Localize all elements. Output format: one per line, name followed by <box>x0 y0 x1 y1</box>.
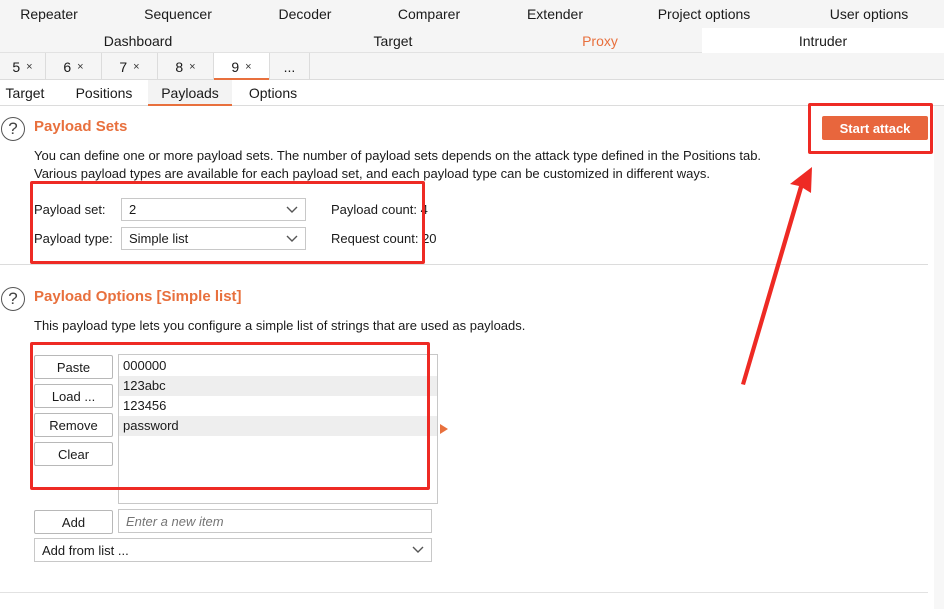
list-item[interactable]: 123abc <box>119 376 437 396</box>
tool-tabs-row-2: Dashboard Target Proxy Intruder <box>0 28 944 54</box>
expand-arrow-icon[interactable] <box>440 424 448 434</box>
request-tab-label: 9 <box>231 59 240 75</box>
request-tab-6[interactable]: 6 × <box>46 53 102 80</box>
request-tab-more[interactable]: ... <box>270 53 310 80</box>
close-icon[interactable]: × <box>77 61 83 73</box>
tab-proxy[interactable]: Proxy <box>510 28 690 53</box>
request-tab-7[interactable]: 7 × <box>102 53 158 80</box>
remove-button[interactable]: Remove <box>34 413 113 437</box>
subtab-positions[interactable]: Positions <box>64 80 144 106</box>
payload-type-value: Simple list <box>129 231 189 246</box>
help-circle-icon[interactable]: ? <box>1 287 25 311</box>
tab-repeater[interactable]: Repeater <box>0 0 98 28</box>
payload-type-select[interactable]: Simple list <box>121 227 306 250</box>
request-tab-label: 8 <box>175 58 184 75</box>
vertical-scrollbar[interactable] <box>934 106 944 609</box>
list-item[interactable]: 123456 <box>119 396 437 416</box>
clear-button[interactable]: Clear <box>34 442 113 466</box>
payload-count-text: Payload count: <box>331 202 418 217</box>
payload-options-description: This payload type lets you configure a s… <box>34 318 526 333</box>
request-tab-label: 7 <box>119 58 128 75</box>
chevron-down-icon <box>286 235 298 242</box>
payload-list[interactable]: 000000 123abc 123456 password <box>118 354 438 504</box>
subtab-options[interactable]: Options <box>236 80 310 106</box>
subtab-payloads[interactable]: Payloads <box>148 80 232 106</box>
request-count-label: Request count: 20 <box>331 231 437 246</box>
annotation-box-payload-settings <box>30 181 425 264</box>
tab-decoder[interactable]: Decoder <box>258 0 352 28</box>
request-tab-9[interactable]: 9 × <box>214 53 270 81</box>
tab-dashboard[interactable]: Dashboard <box>0 28 276 53</box>
load-button[interactable]: Load ... <box>34 384 113 408</box>
payload-set-value: 2 <box>129 202 137 217</box>
paste-button[interactable]: Paste <box>34 355 113 379</box>
close-icon[interactable]: × <box>133 61 139 73</box>
list-item[interactable]: 000000 <box>119 356 437 376</box>
tool-tabs-row-1: Repeater Sequencer Decoder Comparer Exte… <box>0 0 944 28</box>
payload-type-label: Payload type: <box>34 231 113 246</box>
help-circle-icon[interactable]: ? <box>1 117 25 141</box>
arrow-shape <box>741 167 812 385</box>
close-icon[interactable]: × <box>245 61 251 73</box>
request-tab-5[interactable]: 5 × <box>0 53 46 80</box>
payload-options-title: Payload Options [Simple list] <box>34 288 242 305</box>
tab-comparer[interactable]: Comparer <box>376 0 482 28</box>
add-from-list-value: Add from list ... <box>42 542 129 558</box>
bottom-divider <box>0 592 928 593</box>
tab-extender[interactable]: Extender <box>506 0 604 28</box>
payload-set-label: Payload set: <box>34 202 106 217</box>
payload-sets-description-1: You can define one or more payload sets.… <box>34 148 762 163</box>
request-count-text: Request count: <box>331 231 419 246</box>
payload-count-label: Payload count: 4 <box>331 202 428 217</box>
request-tab-label: ... <box>283 58 296 75</box>
close-icon[interactable]: × <box>189 61 195 73</box>
close-icon[interactable]: × <box>26 61 32 73</box>
subtab-target[interactable]: Target <box>0 80 50 106</box>
tab-project-options[interactable]: Project options <box>640 0 768 28</box>
tab-intruder[interactable]: Intruder <box>702 28 944 54</box>
tab-sequencer[interactable]: Sequencer <box>128 0 228 28</box>
list-item[interactable]: password <box>119 416 437 436</box>
tab-user-options[interactable]: User options <box>806 0 932 28</box>
start-attack-button[interactable]: Start attack <box>822 116 928 140</box>
section-divider <box>0 264 928 265</box>
request-tabs: 5 × 6 × 7 × 8 × 9 × ... <box>0 53 944 81</box>
tab-target-tool[interactable]: Target <box>276 28 510 53</box>
payload-sets-title: Payload Sets <box>34 118 128 135</box>
add-button[interactable]: Add <box>34 510 113 534</box>
add-from-list-select[interactable]: Add from list ... <box>34 538 432 562</box>
new-item-input[interactable] <box>118 509 432 533</box>
request-tab-8[interactable]: 8 × <box>158 53 214 80</box>
request-tab-label: 5 <box>12 58 21 75</box>
request-tab-label: 6 <box>63 58 72 75</box>
chevron-down-icon <box>412 546 424 553</box>
payload-sets-description-2: Various payload types are available for … <box>34 166 710 181</box>
payload-set-select[interactable]: 2 <box>121 198 306 221</box>
chevron-down-icon <box>286 206 298 213</box>
payload-count-value: 4 <box>420 202 428 217</box>
intruder-sub-tabs: Target Positions Payloads Options <box>0 80 944 106</box>
request-count-value: 20 <box>422 231 437 246</box>
